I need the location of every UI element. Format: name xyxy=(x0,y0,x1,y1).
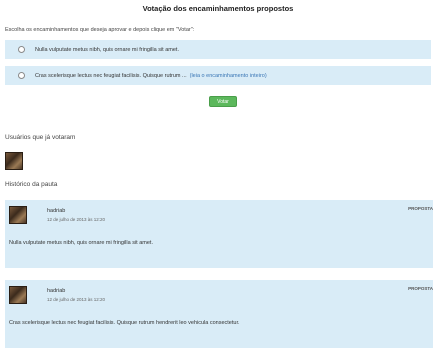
history-entry: hadriab 12 de julho de 2013 às 12:20 PRO… xyxy=(5,200,433,268)
entry-type-badge: PROPOSTA xyxy=(408,286,433,291)
option-text: Cras scelerisque lectus nec feugiat faci… xyxy=(35,72,187,79)
read-full-link[interactable]: (leia o encaminhamento inteiro) xyxy=(190,73,267,79)
entry-text: Cras scelerisque lectus nec feugiat faci… xyxy=(9,320,240,326)
history-entry: hadriab 12 de julho de 2013 às 12:20 PRO… xyxy=(5,280,433,348)
option-text: Nulla vulputate metus nibh, quis ornare … xyxy=(35,46,179,53)
page-title: Votação dos encaminhamentos propostos xyxy=(142,4,294,13)
option-item[interactable]: Cras scelerisque lectus nec feugiat faci… xyxy=(5,66,431,85)
entry-text: Nulla vulputate metus nibh, quis ornare … xyxy=(9,240,153,246)
voter-avatar[interactable] xyxy=(5,152,23,170)
entry-username[interactable]: hadriab xyxy=(47,208,65,214)
instructions-text: Escolha os encaminhamentos que deseja ap… xyxy=(5,27,195,33)
option-item[interactable]: Nulla vulputate metus nibh, quis ornare … xyxy=(5,40,431,59)
option-radio[interactable] xyxy=(18,46,25,53)
vote-button[interactable]: Votar xyxy=(209,96,237,107)
option-radio[interactable] xyxy=(18,72,25,79)
entry-username[interactable]: hadriab xyxy=(47,288,65,294)
avatar[interactable] xyxy=(9,286,27,304)
avatar[interactable] xyxy=(9,206,27,224)
voters-heading: Usuários que já votaram xyxy=(5,134,76,141)
history-heading: Histórico da pauta xyxy=(5,181,58,188)
entry-date: 12 de julho de 2013 às 12:20 xyxy=(47,297,106,302)
entry-type-badge: PROPOSTA xyxy=(408,206,433,211)
entry-date: 12 de julho de 2013 às 12:20 xyxy=(47,217,106,222)
